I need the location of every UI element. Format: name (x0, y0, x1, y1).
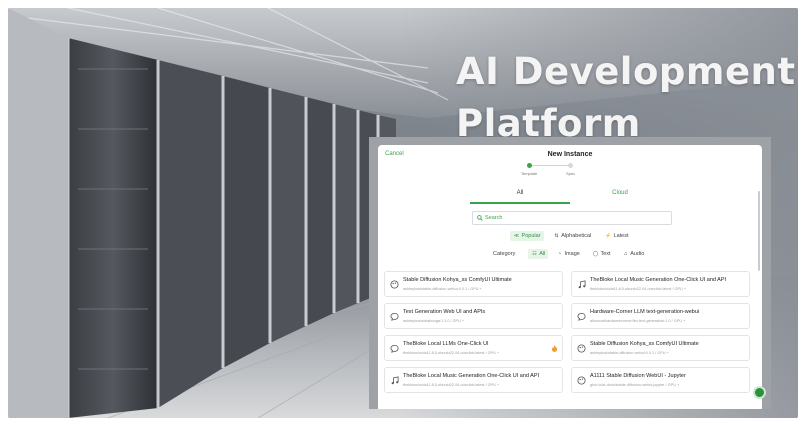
category-image-button[interactable]: ◔ Image (553, 249, 583, 259)
category-all-button[interactable]: ☷ All (528, 249, 549, 259)
template-title: Stable Diffusion Kohya_ss ComfyUI Ultima… (403, 277, 512, 283)
sort-alpha-icon: ⇅ (554, 233, 559, 239)
template-title: Text Generation Web UI and APIs (403, 309, 486, 315)
category-image-label: Image (564, 251, 580, 257)
search-box (472, 211, 672, 225)
template-card[interactable]: Stable Diffusion Kohya_ss ComfyUI Ultima… (384, 271, 563, 297)
category-all-label: All (539, 251, 546, 257)
template-title: Stable Diffusion Kohya_ss ComfyUI Ultima… (590, 341, 699, 347)
template-title: TheBloke Local Music Generation One-Clic… (403, 373, 540, 379)
template-image: ashleykza/oobabooga:1.1.0 / GPU + (403, 319, 465, 323)
palette-icon (577, 344, 586, 353)
category-audio-button[interactable]: ♫ Audio (619, 249, 647, 259)
scrollbar[interactable] (758, 191, 760, 271)
search-icon (477, 215, 483, 221)
floating-action-button[interactable] (753, 386, 766, 399)
template-image: alfonzoelhardwarecorner/llm-text-generat… (590, 319, 686, 323)
category-label: Category (493, 251, 516, 257)
category-audio-label: Audio (630, 251, 645, 257)
template-card[interactable]: TheBloke Local Music Generation One-Clic… (571, 271, 750, 297)
sort-alphabetical-button[interactable]: ⇅ Alphabetical (550, 231, 594, 241)
template-title: TheBloke Local LLMs One-Click UI (403, 341, 489, 347)
step-spec-label: Spec (566, 171, 576, 176)
sort-latest-button[interactable]: ⚡ Latest (602, 231, 632, 241)
stepper: Template Spec (516, 162, 596, 180)
dialog-panel: Cancel New Instance Template Spec All Cl… (378, 145, 762, 409)
chat-icon (390, 312, 399, 321)
active-tab-indicator (470, 202, 570, 204)
music-icon: ♫ (623, 251, 628, 257)
image-icon: ◔ (557, 251, 562, 257)
template-image: ghcr.io/ai-dock/stable-diffusion-webui:j… (590, 383, 680, 387)
template-card[interactable]: Hardware-Corner LLM text-generation-webu… (571, 303, 750, 329)
sort-latest-label: Latest (613, 233, 629, 239)
hero-title: AI Development Platform (456, 46, 796, 150)
dialog-title: New Instance (547, 151, 593, 158)
template-image: thebloke/cuda11.8.0-ubuntu22.04-oneclick… (403, 383, 500, 387)
template-card[interactable]: TheBloke Local LLMs One-Click UI theblok… (384, 335, 563, 361)
music-icon (578, 280, 586, 289)
fire-icon (552, 345, 557, 352)
template-image: ashleykza/stable-diffusion-webui:4.0.1 /… (403, 287, 482, 291)
palette-icon (390, 280, 399, 289)
chat-icon: ◯ (592, 251, 599, 257)
category-text-button[interactable]: ◯ Text (589, 249, 614, 259)
popular-icon: ≪ (513, 233, 520, 239)
search-input[interactable] (485, 213, 665, 223)
tab-all[interactable]: All (470, 190, 570, 196)
sort-popular-button[interactable]: ≪ Popular (510, 231, 544, 241)
grid-icon: ☷ (532, 251, 537, 257)
template-image: thebloke/cuda11.8.0-ubuntu22.04-oneclick… (590, 287, 687, 291)
stepper-line (529, 165, 571, 166)
sort-popular-label: Popular (521, 233, 541, 239)
step-template-label: Template (521, 171, 538, 176)
new-instance-dialog: Cancel New Instance Template Spec All Cl… (369, 137, 771, 409)
tab-cloud[interactable]: Cloud (570, 190, 670, 196)
palette-icon (577, 376, 586, 385)
template-title: TheBloke Local Music Generation One-Clic… (590, 277, 727, 283)
template-image: thebloke/cuda11.8.0-ubuntu22.04-oneclick… (403, 351, 500, 355)
step-spec-dot[interactable] (568, 163, 573, 168)
template-card[interactable]: A1111 Stable Diffusion WebUI - Jupyter g… (571, 367, 750, 393)
tab-bar: All Cloud (470, 190, 670, 204)
template-image: ashleykza/stable-diffusion-webui:4.0.1 /… (590, 351, 669, 355)
sort-alphabetical-label: Alphabetical (561, 233, 592, 239)
template-card[interactable]: Stable Diffusion Kohya_ss ComfyUI Ultima… (571, 335, 750, 361)
latest-icon: ⚡ (605, 233, 612, 239)
music-icon (391, 376, 399, 385)
template-title: A1111 Stable Diffusion WebUI - Jupyter (590, 373, 686, 379)
chat-icon (577, 312, 586, 321)
hero-title-line-1: AI Development (456, 50, 796, 93)
template-card[interactable]: TheBloke Local Music Generation One-Clic… (384, 367, 563, 393)
step-template-dot[interactable] (527, 163, 532, 168)
template-card[interactable]: Text Generation Web UI and APIs ashleykz… (384, 303, 563, 329)
category-text-label: Text (600, 251, 611, 257)
template-title: Hardware-Corner LLM text-generation-webu… (590, 309, 700, 315)
chat-icon (390, 344, 399, 353)
